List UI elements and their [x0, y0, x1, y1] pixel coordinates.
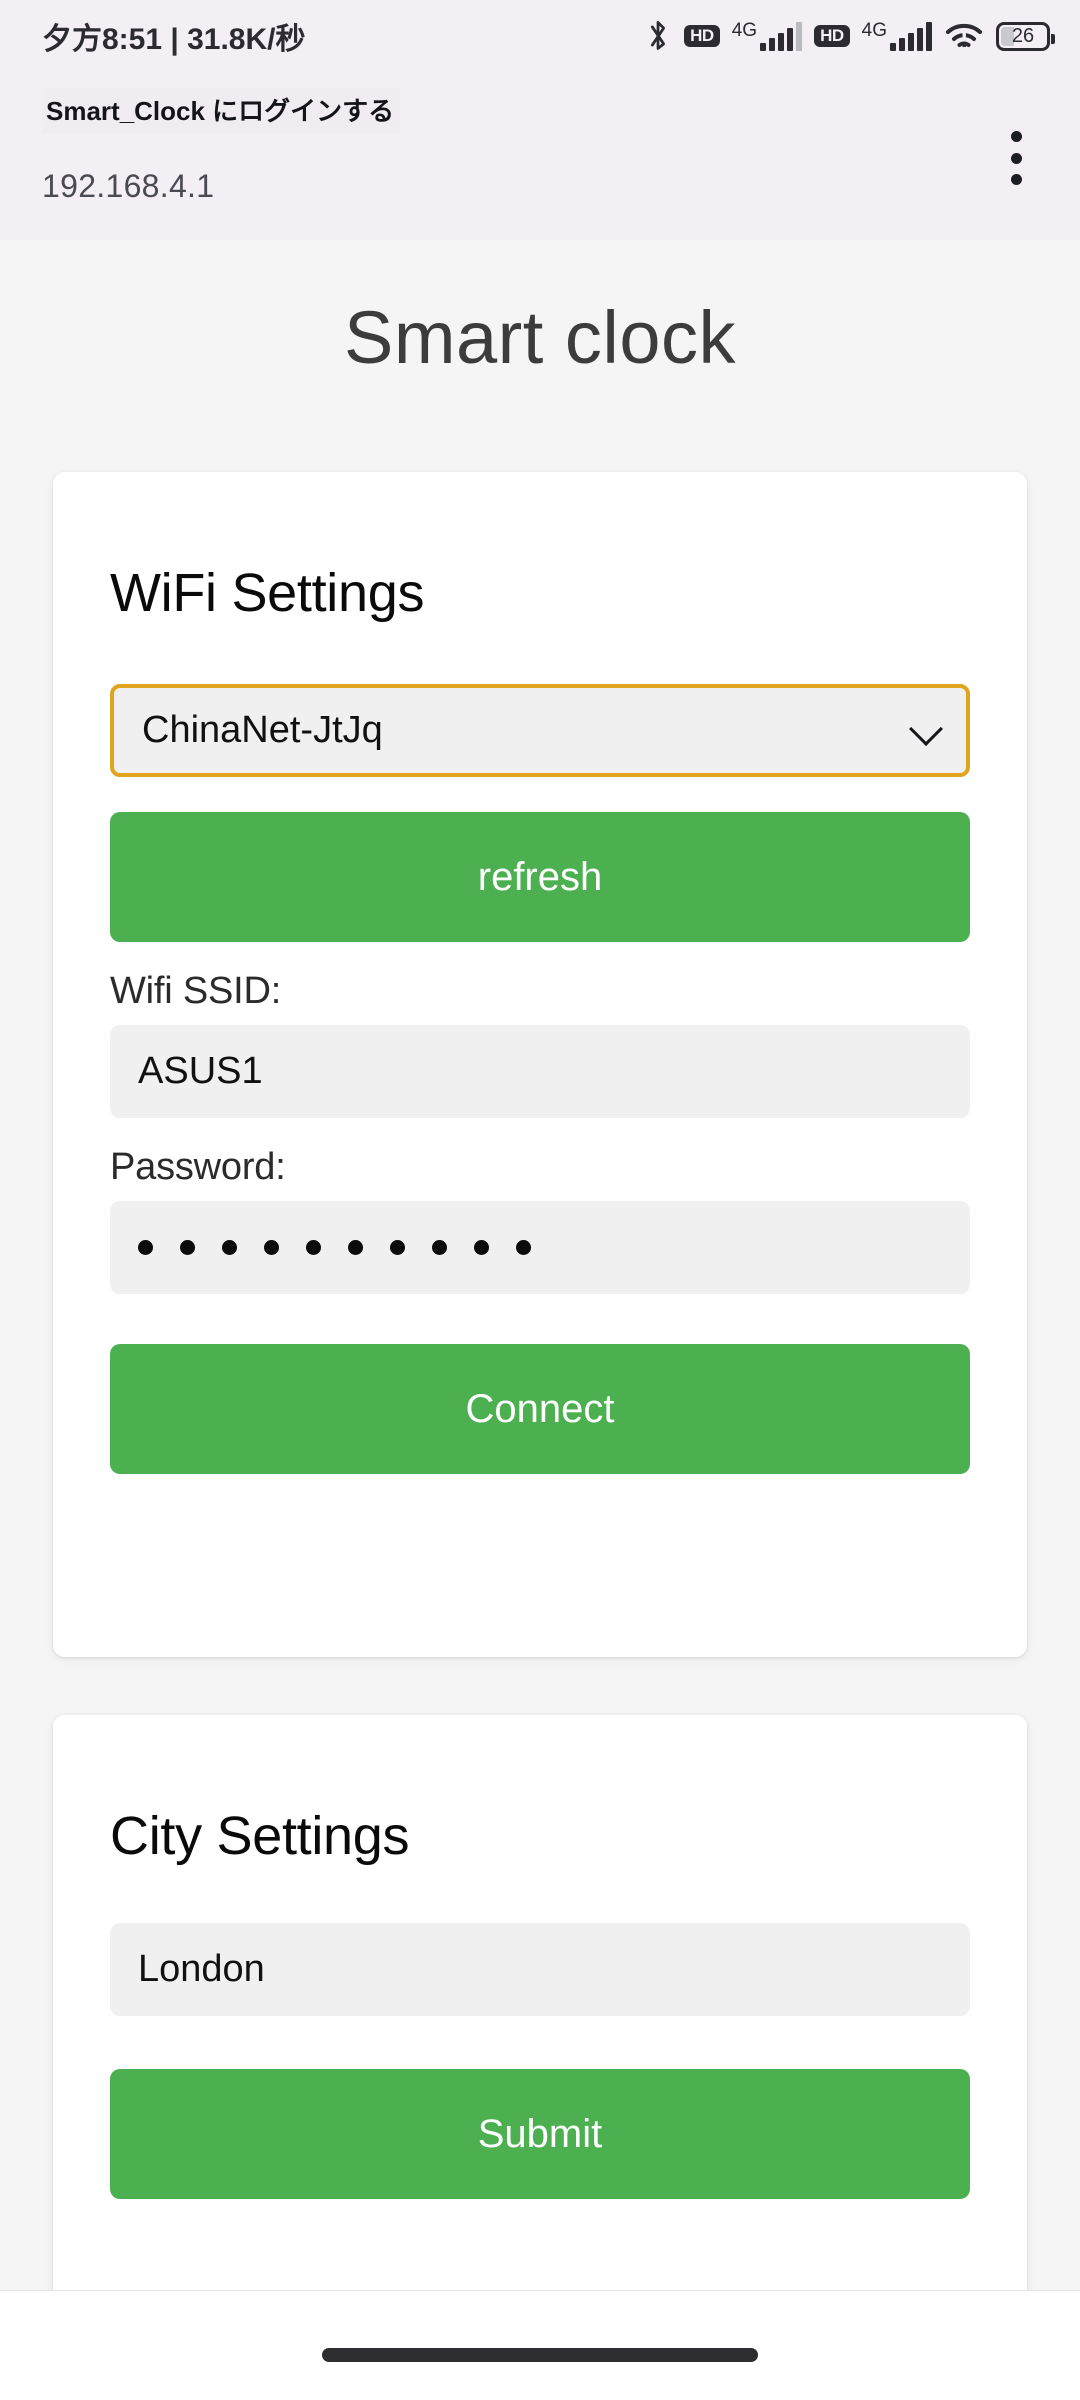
sim1-bars: [760, 21, 803, 51]
battery-percent-label: 26: [1011, 25, 1035, 47]
sim2-hd-icon: HD: [814, 25, 850, 47]
chevron-down-icon: [909, 711, 943, 746]
status-icons: HD 4G HD 4G 26: [644, 19, 1055, 53]
sim1-signal-icon: 4G: [731, 20, 803, 51]
wifi-settings-title: WiFi Settings: [110, 563, 425, 623]
phone-screen: 夕方8:51 | 31.8K/秒 HD 4G HD 4G 26 Smart_Cl…: [0, 0, 1080, 2400]
wifi-settings-card: WiFi Settings ChinaNet-JtJq refresh Wifi…: [53, 472, 1027, 1657]
browser-url[interactable]: 192.168.4.1: [42, 168, 214, 205]
battery-icon: 26: [996, 21, 1055, 51]
password-masked-value: [138, 1201, 531, 1294]
sim1-hd-icon: HD: [684, 25, 720, 47]
connect-button[interactable]: Connect: [110, 1344, 970, 1474]
browser-page-title: Smart_Clock にログインする: [42, 88, 401, 133]
sim2-signal-icon: 4G: [862, 21, 932, 51]
status-clock-and-network: 夕方8:51 | 31.8K/秒: [42, 23, 306, 56]
city-settings-title: City Settings: [110, 1806, 410, 1866]
submit-button[interactable]: Submit: [110, 2069, 970, 2199]
sim1-network-label: 4G: [731, 20, 758, 41]
overflow-menu-icon[interactable]: [986, 125, 1046, 191]
city-settings-card: City Settings Submit: [53, 1715, 1027, 2330]
browser-header: 夕方8:51 | 31.8K/秒 HD 4G HD 4G 26 Smart_Cl…: [0, 0, 1080, 240]
system-navigation-bar: [0, 2290, 1080, 2400]
system-status-bar: 夕方8:51 | 31.8K/秒 HD 4G HD 4G 26: [0, 0, 1080, 72]
page-title: Smart clock: [343, 296, 736, 379]
home-indicator[interactable]: [322, 2347, 758, 2362]
wifi-warning-icon: [944, 20, 984, 52]
sim2-network-label: 4G: [861, 20, 887, 41]
wifi-password-label: Password:: [110, 1146, 286, 1188]
wifi-ssid-input[interactable]: [110, 1025, 970, 1118]
wifi-ssid-label: Wifi SSID:: [110, 970, 282, 1012]
sim2-bars: [890, 21, 932, 51]
wifi-network-select-value: ChinaNet-JtJq: [142, 709, 383, 751]
refresh-button[interactable]: refresh: [110, 812, 970, 942]
city-input[interactable]: [110, 1923, 970, 2016]
wifi-network-select[interactable]: ChinaNet-JtJq: [110, 684, 970, 777]
bluetooth-icon: [644, 19, 672, 53]
wifi-password-input[interactable]: [110, 1201, 970, 1294]
